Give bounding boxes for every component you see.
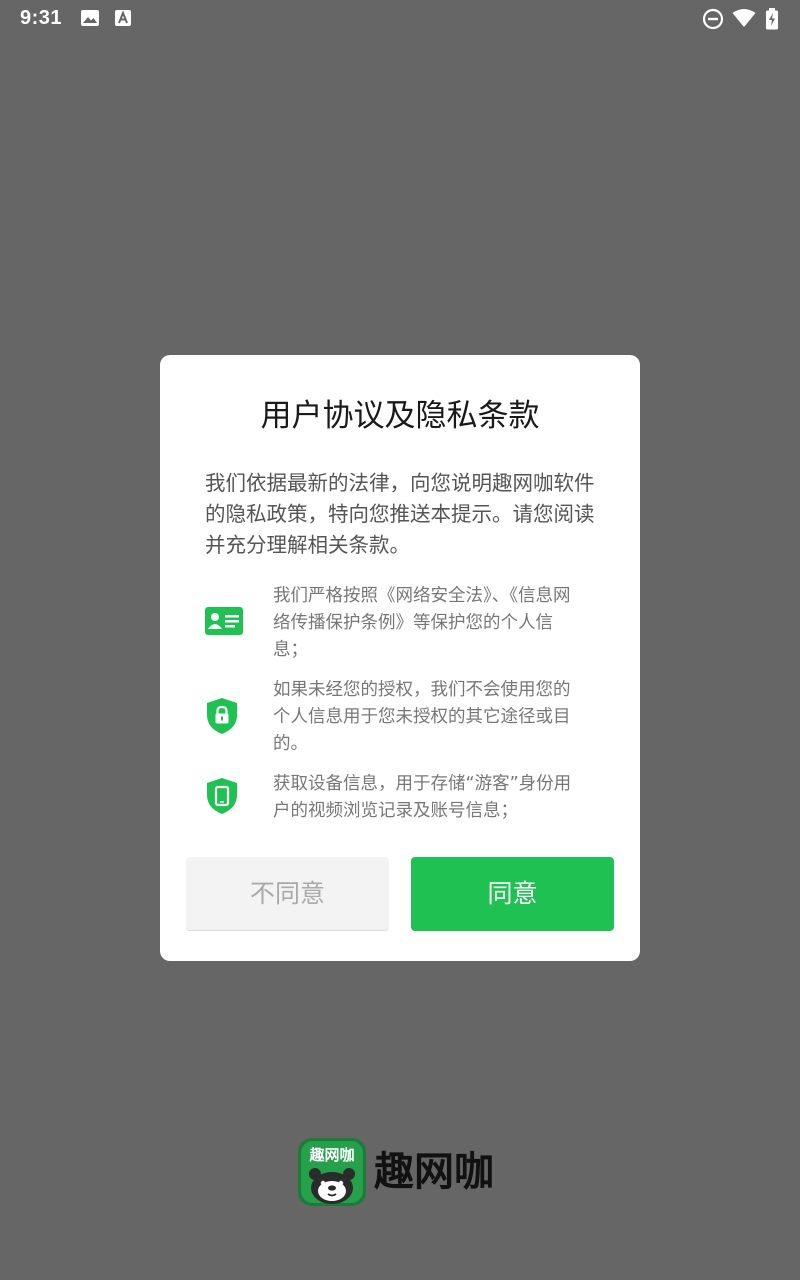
image-icon bbox=[80, 8, 100, 32]
font-icon bbox=[114, 8, 132, 32]
shield-phone-icon bbox=[205, 777, 239, 819]
shield-lock-icon bbox=[205, 697, 239, 739]
bear-logo-icon: 趣网咖 bbox=[298, 1138, 366, 1206]
battery-icon bbox=[765, 8, 779, 34]
dnd-icon bbox=[702, 8, 724, 34]
disagree-button[interactable]: 不同意 bbox=[186, 857, 389, 931]
item-text: 如果未经您的授权，我们不会使用您的个人信息用于您未授权的其它途径或目的。 bbox=[273, 680, 571, 754]
dialog-intro: 我们依据最新的法律，向您说明趣网咖软件的隐私政策，特向您推送本提示。请您阅读并充… bbox=[205, 471, 595, 557]
dialog-title: 用户协议及隐私条款 bbox=[260, 398, 540, 434]
wifi-icon bbox=[732, 8, 756, 32]
brand-name: 趣网咖 bbox=[374, 1149, 494, 1195]
status-time: 9:31 bbox=[20, 7, 63, 29]
item-text: 我们严格按照《网络安全法》、《信息网络传播保护条例》等保护您的个人信息； bbox=[273, 586, 571, 660]
agree-button[interactable]: 同意 bbox=[411, 857, 614, 931]
svg-text:趣网咖: 趣网咖 bbox=[308, 1146, 354, 1164]
item-text: 获取设备信息，用于存储“游客”身份用户的视频浏览记录及账号信息； bbox=[273, 774, 572, 821]
id-card-icon bbox=[205, 607, 243, 639]
status-bar: 9:31 bbox=[0, 0, 800, 36]
